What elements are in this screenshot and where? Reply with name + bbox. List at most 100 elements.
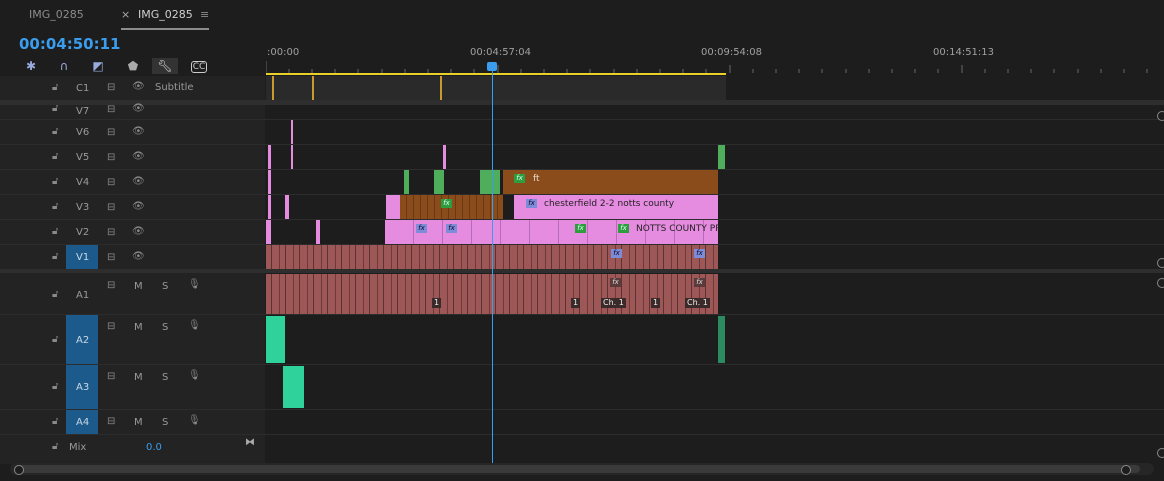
row-divider xyxy=(0,119,1164,120)
scroll-end-handle[interactable] xyxy=(1121,465,1131,475)
eye-icon[interactable]: 👁︎ xyxy=(132,251,145,262)
caption-clip[interactable] xyxy=(312,76,314,100)
video-clip[interactable] xyxy=(268,170,271,194)
voiceover-mic-icon[interactable]: 🎙︎ xyxy=(188,415,201,426)
linked-selection-icon[interactable]: ◩ xyxy=(89,58,107,74)
sync-lock-icon[interactable]: ⊟ xyxy=(107,104,115,115)
go-to-end-icon[interactable]: ⧓ xyxy=(245,437,255,448)
video-clip[interactable] xyxy=(316,220,320,244)
lock-icon[interactable]: 🔓︎ xyxy=(52,103,58,114)
audio-clip-a2[interactable] xyxy=(266,316,285,363)
wrench-icon[interactable]: 🔧︎ xyxy=(152,58,178,74)
eye-icon[interactable]: 👁︎ xyxy=(132,151,145,162)
lock-icon[interactable]: 🔓︎ xyxy=(52,416,58,427)
video-clip[interactable] xyxy=(266,220,271,244)
vertical-zoom-handle[interactable] xyxy=(1157,278,1164,288)
tab-sequence-1[interactable]: IMG_0285 xyxy=(29,8,84,21)
eye-icon[interactable]: 👁︎ xyxy=(132,176,145,187)
mute-button[interactable]: M xyxy=(134,417,143,428)
video-clip[interactable] xyxy=(291,145,293,169)
sync-lock-icon[interactable]: ⊟ xyxy=(107,82,115,93)
lock-icon[interactable]: 🔓︎ xyxy=(52,82,58,93)
clip-marker: 1 xyxy=(432,298,441,308)
add-marker-icon[interactable]: ⬟ xyxy=(124,58,142,74)
video-clip[interactable] xyxy=(386,195,400,219)
vertical-zoom-handle[interactable] xyxy=(1157,448,1164,458)
vertical-zoom-handle[interactable] xyxy=(1157,111,1164,121)
mute-button[interactable]: M xyxy=(134,281,143,292)
solo-button[interactable]: S xyxy=(162,281,168,292)
sync-lock-icon[interactable]: ⊟ xyxy=(107,152,115,163)
clip-label-notts: NOTTS COUNTY PR xyxy=(636,224,722,234)
tab-sequence-2[interactable]: IMG_0285 xyxy=(138,8,193,21)
sync-lock-icon[interactable]: ⊟ xyxy=(107,416,115,427)
audio-clip-a3[interactable] xyxy=(283,366,304,408)
video-clip[interactable] xyxy=(443,145,446,169)
row-divider xyxy=(0,434,1164,435)
lock-icon[interactable]: 🔓︎ xyxy=(52,176,58,187)
voiceover-mic-icon[interactable]: 🎙︎ xyxy=(188,279,201,290)
video-clip[interactable] xyxy=(718,145,725,169)
lock-icon[interactable]: 🔓︎ xyxy=(52,126,58,137)
video-clip[interactable] xyxy=(285,195,289,219)
snap-icon[interactable]: ∩ xyxy=(55,58,73,74)
video-clip[interactable] xyxy=(434,170,444,194)
video-clip[interactable] xyxy=(404,170,409,194)
track-name-v2: V2 xyxy=(76,227,90,238)
voiceover-mic-icon[interactable]: 🎙︎ xyxy=(188,320,201,331)
tab-menu-icon[interactable]: ≡ xyxy=(200,8,209,21)
eye-icon[interactable]: 👁︎ xyxy=(132,226,145,237)
eye-icon[interactable]: 👁︎ xyxy=(132,201,145,212)
mix-label: Mix xyxy=(69,442,87,453)
lock-icon[interactable]: 🔓︎ xyxy=(52,151,58,162)
fx-badge: fx xyxy=(610,278,621,287)
captions-icon[interactable]: CC xyxy=(191,61,207,73)
eye-icon[interactable]: 👁︎ xyxy=(132,126,145,137)
lock-icon[interactable]: 🔓︎ xyxy=(52,381,58,392)
mute-button[interactable]: M xyxy=(134,372,143,383)
ruler-label-0: :00:00 xyxy=(267,47,300,58)
playhead-timecode[interactable]: 00:04:50:11 xyxy=(19,35,121,53)
scroll-start-handle[interactable] xyxy=(14,465,24,475)
nest-icon[interactable]: ✱ xyxy=(22,58,40,74)
video-clip[interactable] xyxy=(268,195,271,219)
sync-lock-icon[interactable]: ⊟ xyxy=(107,252,115,263)
lock-icon[interactable]: 🔓︎ xyxy=(52,441,58,452)
video-clip[interactable] xyxy=(480,170,500,194)
sync-lock-icon[interactable]: ⊟ xyxy=(107,227,115,238)
sync-lock-icon[interactable]: ⊟ xyxy=(107,202,115,213)
eye-icon[interactable]: 👁︎ xyxy=(132,103,145,114)
sync-lock-icon[interactable]: ⊟ xyxy=(107,127,115,138)
audio-clip-a2[interactable] xyxy=(718,316,725,363)
clip-label-ft: ft xyxy=(533,174,540,184)
eye-icon[interactable]: 👁︎ xyxy=(132,81,145,92)
lock-icon[interactable]: 🔓︎ xyxy=(52,334,58,345)
vertical-zoom-handle[interactable] xyxy=(1157,258,1164,268)
lock-icon[interactable]: 🔓︎ xyxy=(52,289,58,300)
mute-button[interactable]: M xyxy=(134,322,143,333)
tab-close-icon[interactable]: × xyxy=(121,8,130,21)
row-divider xyxy=(0,144,1164,145)
fx-badge: fx xyxy=(526,199,537,208)
video-clip[interactable] xyxy=(291,120,293,144)
solo-button[interactable]: S xyxy=(162,322,168,333)
sync-lock-icon[interactable]: ⊟ xyxy=(107,280,115,291)
caption-clip[interactable] xyxy=(272,76,274,100)
work-area-bar[interactable] xyxy=(266,73,726,75)
voiceover-mic-icon[interactable]: 🎙︎ xyxy=(188,370,201,381)
mix-volume-value[interactable]: 0.0 xyxy=(146,442,162,453)
lock-icon[interactable]: 🔓︎ xyxy=(52,251,58,262)
solo-button[interactable]: S xyxy=(162,372,168,383)
sync-lock-icon[interactable]: ⊟ xyxy=(107,321,115,332)
video-clip[interactable] xyxy=(268,145,271,169)
horizontal-scroll-thumb[interactable] xyxy=(14,465,1140,473)
sync-lock-icon[interactable]: ⊟ xyxy=(107,177,115,188)
chapter-marker: Ch. 1 xyxy=(601,298,626,308)
caption-subtitle-label: Subtitle xyxy=(155,82,194,93)
caption-clip[interactable] xyxy=(440,76,442,100)
sync-lock-icon[interactable]: ⊟ xyxy=(107,371,115,382)
lock-icon[interactable]: 🔓︎ xyxy=(52,201,58,212)
solo-button[interactable]: S xyxy=(162,417,168,428)
lock-icon[interactable]: 🔓︎ xyxy=(52,226,58,237)
playhead-line[interactable] xyxy=(492,62,493,464)
